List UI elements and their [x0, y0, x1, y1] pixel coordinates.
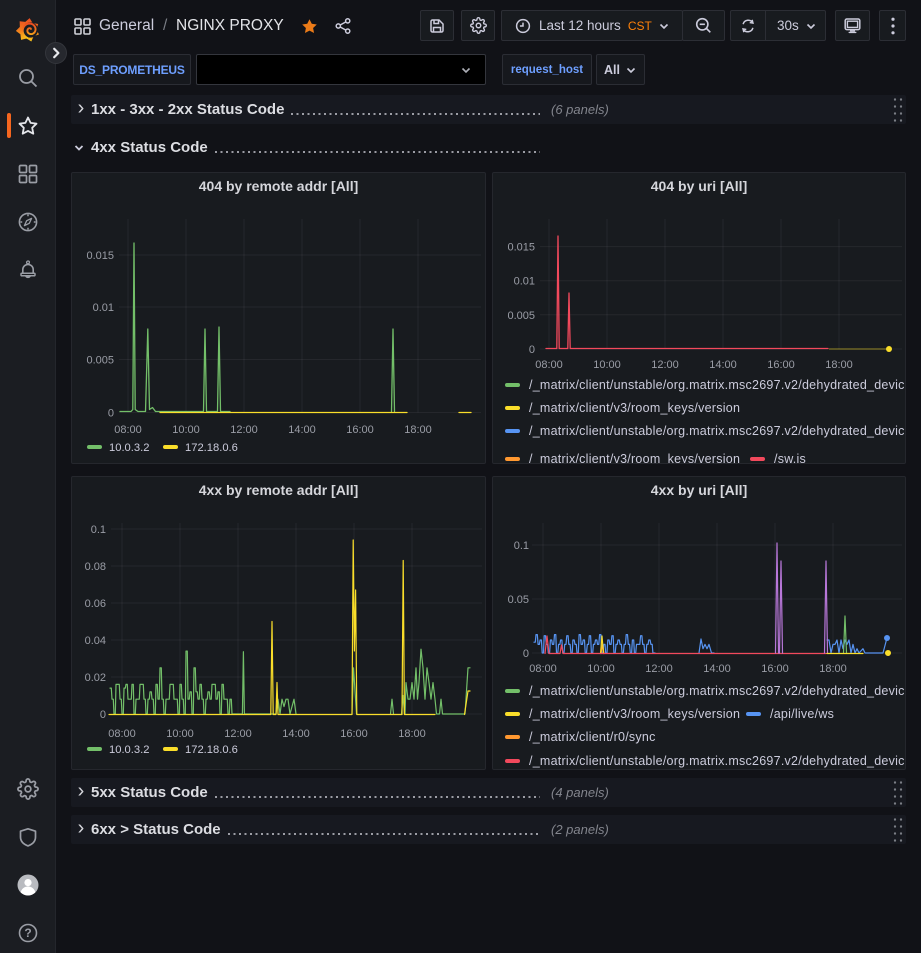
svg-text:18:00: 18:00	[398, 728, 426, 740]
svg-text:16:00: 16:00	[761, 663, 789, 675]
svg-text:10:00: 10:00	[593, 359, 621, 371]
svg-text:172.18.0.6: 172.18.0.6	[185, 442, 238, 454]
svg-text:0: 0	[529, 344, 535, 356]
svg-text:0.005: 0.005	[507, 310, 535, 322]
svg-text:/_matrix/client/unstable/org.m: /_matrix/client/unstable/org.matrix.msc2…	[529, 378, 906, 392]
svg-text:0.015: 0.015	[86, 250, 114, 262]
svg-text:0.01: 0.01	[93, 302, 114, 314]
svg-text:08:00: 08:00	[114, 424, 142, 436]
svg-text:10:00: 10:00	[587, 663, 615, 675]
svg-text:/sw.js: /sw.js	[774, 452, 806, 464]
svg-text:/_matrix/client/v3/room_keys/v: /_matrix/client/v3/room_keys/version	[529, 707, 740, 721]
svg-text:14:00: 14:00	[288, 424, 316, 436]
svg-text:0.02: 0.02	[85, 672, 106, 684]
svg-text:0.1: 0.1	[514, 540, 529, 552]
svg-text:/_matrix/client/r0/sync: /_matrix/client/r0/sync	[529, 730, 656, 744]
svg-text:16:00: 16:00	[346, 424, 374, 436]
svg-text:0.005: 0.005	[86, 355, 114, 367]
svg-text:0.015: 0.015	[507, 242, 535, 254]
svg-text:0: 0	[100, 709, 106, 721]
svg-text:16:00: 16:00	[767, 359, 795, 371]
svg-text:12:00: 12:00	[651, 359, 679, 371]
svg-text:/api/live/ws: /api/live/ws	[770, 707, 834, 721]
svg-text:14:00: 14:00	[709, 359, 737, 371]
svg-text:14:00: 14:00	[703, 663, 731, 675]
svg-text:12:00: 12:00	[224, 728, 252, 740]
svg-text:08:00: 08:00	[108, 728, 136, 740]
svg-text:08:00: 08:00	[535, 359, 563, 371]
svg-text:/_matrix/client/v3/room_keys/v: /_matrix/client/v3/room_keys/version	[529, 452, 740, 464]
svg-text:10.0.3.2: 10.0.3.2	[109, 744, 149, 756]
svg-text:0: 0	[108, 408, 114, 420]
svg-text:10.0.3.2: 10.0.3.2	[109, 442, 149, 454]
svg-text:0.01: 0.01	[514, 276, 535, 288]
svg-text:172.18.0.6: 172.18.0.6	[185, 744, 238, 756]
svg-text:?: ?	[24, 926, 31, 940]
svg-text:08:00: 08:00	[529, 663, 557, 675]
svg-text:/_matrix/client/unstable/org.m: /_matrix/client/unstable/org.matrix.msc2…	[529, 684, 906, 698]
svg-text:12:00: 12:00	[645, 663, 673, 675]
svg-text:0: 0	[523, 648, 529, 660]
svg-text:12:00: 12:00	[230, 424, 258, 436]
svg-text:16:00: 16:00	[340, 728, 368, 740]
svg-text:10:00: 10:00	[166, 728, 194, 740]
svg-text:14:00: 14:00	[282, 728, 310, 740]
svg-text:0.1: 0.1	[91, 524, 106, 536]
svg-text:18:00: 18:00	[825, 359, 853, 371]
svg-text:10:00: 10:00	[172, 424, 200, 436]
svg-text:/_matrix/client/v3/room_keys/v: /_matrix/client/v3/room_keys/version	[529, 401, 740, 415]
svg-text:/_matrix/client/unstable/org.m: /_matrix/client/unstable/org.matrix.msc2…	[529, 754, 906, 768]
svg-text:0.04: 0.04	[85, 635, 106, 647]
svg-text:0.08: 0.08	[85, 561, 106, 573]
svg-text:18:00: 18:00	[819, 663, 847, 675]
svg-text:/_matrix/client/unstable/org.m: /_matrix/client/unstable/org.matrix.msc2…	[529, 424, 906, 438]
svg-text:0.05: 0.05	[508, 594, 529, 606]
svg-text:18:00: 18:00	[404, 424, 432, 436]
svg-text:0.06: 0.06	[85, 598, 106, 610]
